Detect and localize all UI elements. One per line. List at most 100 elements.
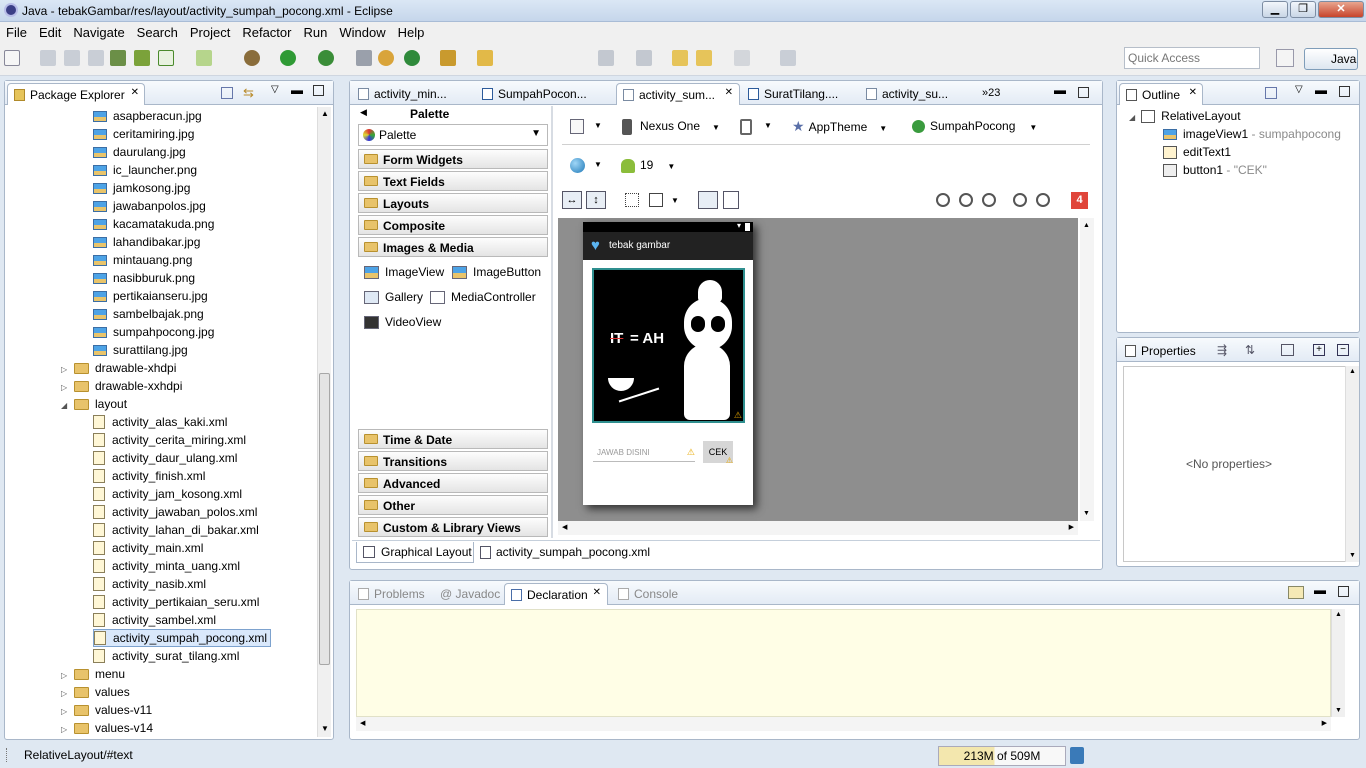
maximize-view-icon[interactable]: [1078, 87, 1089, 98]
tree-item-layout[interactable]: activity_minta_uang.xml: [93, 557, 240, 575]
prev-annotation-icon[interactable]: [636, 50, 652, 66]
menu-navigate[interactable]: Navigate: [67, 22, 130, 40]
save-icon[interactable]: [40, 50, 56, 66]
maximize-view-icon[interactable]: [1338, 586, 1349, 597]
tree-item-folder[interactable]: ▷ values: [61, 683, 130, 701]
back-icon[interactable]: [696, 50, 712, 66]
scroll-down-arrow[interactable]: ▼: [321, 724, 329, 733]
scroll-thumb[interactable]: [319, 373, 330, 665]
scroll-down-arrow[interactable]: ▼: [1083, 510, 1090, 517]
tree-item-image[interactable]: pertikaianseru.jpg: [93, 287, 208, 305]
tree-item-image[interactable]: surattilang.jpg: [93, 341, 188, 359]
close-button[interactable]: ✕: [1318, 1, 1364, 18]
lint-icon[interactable]: [158, 50, 174, 66]
tree-item-layout[interactable]: activity_nasib.xml: [93, 575, 206, 593]
menu-edit[interactable]: Edit: [33, 22, 67, 40]
declaration-hscroll[interactable]: ◀ ▶: [356, 717, 1331, 731]
tree-item-layout[interactable]: activity_finish.xml: [93, 467, 205, 485]
palette-item-gallery[interactable]: Gallery: [364, 290, 423, 305]
show-margins-icon[interactable]: [625, 193, 639, 207]
tree-item-layout-selected[interactable]: activity_sumpah_pocong.xml: [93, 629, 272, 647]
new-package-icon[interactable]: [404, 50, 420, 66]
tree-item-image[interactable]: lahandibakar.jpg: [93, 233, 200, 251]
tree-item-image[interactable]: kacamatakuda.png: [93, 215, 214, 233]
palette-item-videoview[interactable]: VideoView: [364, 315, 441, 330]
scroll-up-arrow[interactable]: ▲: [1083, 222, 1090, 229]
tree-item-image[interactable]: mintauang.png: [93, 251, 192, 269]
filter-icon[interactable]: ⇶: [1217, 343, 1231, 357]
palette-category-time-date[interactable]: Time & Date: [358, 429, 548, 449]
globe-icon[interactable]: [570, 158, 585, 173]
layout-actions-icon[interactable]: [649, 193, 663, 207]
scroll-right-arrow[interactable]: ▶: [1322, 719, 1327, 727]
tree-item-layout[interactable]: activity_surat_tilang.xml: [93, 647, 239, 665]
toggle-fill-height-icon[interactable]: ↕: [586, 191, 606, 209]
close-icon[interactable]: ✕: [593, 587, 601, 598]
avd-manager-icon[interactable]: [134, 50, 150, 66]
view-menu-icon[interactable]: ▽: [1295, 84, 1303, 95]
expand-arrow-icon[interactable]: ▷: [61, 721, 69, 739]
layout-canvas[interactable]: ▾ ♥ tebak gambar IT = AH ⚠ JAWAB DISINI …: [558, 218, 1078, 521]
menu-search[interactable]: Search: [131, 22, 184, 40]
device-dropdown[interactable]: Nexus One ▼: [622, 114, 720, 138]
tree-item-image[interactable]: nasibburuk.png: [93, 269, 195, 287]
palette-category-layouts[interactable]: Layouts: [358, 193, 548, 213]
collapse-all-icon[interactable]: [221, 87, 233, 99]
save-all-icon[interactable]: [64, 50, 80, 66]
outline-root[interactable]: ◢ RelativeLayout: [1129, 107, 1241, 125]
chevron-down-icon[interactable]: ▼: [764, 121, 772, 130]
palette-item-mediacontroller[interactable]: MediaController: [430, 290, 536, 305]
run-external-icon[interactable]: [318, 50, 334, 66]
menu-file[interactable]: File: [0, 22, 33, 40]
tree-item-folder[interactable]: ▷ drawable-xxhdpi: [61, 377, 182, 395]
zoom-fit-icon[interactable]: [936, 193, 950, 207]
canvas-vscroll[interactable]: ▲ ▼: [1080, 218, 1094, 521]
imageview1[interactable]: IT = AH ⚠: [592, 268, 745, 423]
chevron-down-icon[interactable]: ▼: [671, 196, 679, 205]
palette-category-images-media[interactable]: Images & Media: [358, 237, 548, 257]
layout-config-icon[interactable]: [570, 119, 584, 134]
zoom-real-icon[interactable]: [959, 193, 973, 207]
layout-mode-icon[interactable]: [698, 191, 718, 209]
tree-item-image[interactable]: ceritamiring.jpg: [93, 125, 194, 143]
editor-tab-activity-su[interactable]: activity_su...: [860, 83, 970, 105]
console-tab[interactable]: Console: [612, 583, 692, 605]
package-explorer-scrollbar[interactable]: ▲ ▼: [317, 107, 331, 737]
advanced-icon[interactable]: [1281, 344, 1294, 356]
tree-item-image[interactable]: ic_launcher.png: [93, 161, 197, 179]
trash-icon[interactable]: [1070, 747, 1084, 764]
editor-tab-sumpahpocong[interactable]: SumpahPocon...: [476, 83, 614, 105]
view-menu-icon[interactable]: ▽: [271, 84, 279, 95]
scroll-down-arrow[interactable]: ▼: [1349, 552, 1356, 559]
editor-tab-activity-main[interactable]: activity_min...: [352, 83, 474, 105]
java-perspective-button[interactable]: Java: [1304, 48, 1358, 70]
heap-status[interactable]: 213M of 509M: [938, 746, 1066, 766]
tree-item-layout[interactable]: activity_jam_kosong.xml: [93, 485, 242, 503]
outline-item-imageview1[interactable]: imageView1 - sumpahpocong: [1163, 125, 1341, 143]
palette-category-other[interactable]: Other: [358, 495, 548, 515]
minimize-button[interactable]: ▁: [1262, 1, 1288, 18]
maximize-button[interactable]: ❐: [1290, 1, 1316, 18]
edittext1[interactable]: JAWAB DISINI ⚠: [593, 444, 695, 462]
menu-project[interactable]: Project: [184, 22, 236, 40]
palette-category-composite[interactable]: Composite: [358, 215, 548, 235]
skip-breakpoints-icon[interactable]: [356, 50, 372, 66]
zoom-in-icon[interactable]: [1036, 193, 1050, 207]
pin-editor-icon[interactable]: [780, 50, 796, 66]
last-edit-icon[interactable]: [672, 50, 688, 66]
debug-icon[interactable]: [244, 50, 260, 66]
open-type-icon[interactable]: [477, 50, 493, 66]
close-icon[interactable]: ✕: [131, 87, 139, 98]
minimize-view-icon[interactable]: ▬: [1054, 83, 1066, 97]
run-icon[interactable]: [280, 50, 296, 66]
tree-item-image[interactable]: jawabanpolos.jpg: [93, 197, 206, 215]
zoom-actual-icon[interactable]: [982, 193, 996, 207]
orientation-icon[interactable]: [740, 119, 752, 135]
palette-category-text-fields[interactable]: Text Fields: [358, 171, 548, 191]
scroll-up-arrow[interactable]: ▲: [1335, 611, 1342, 618]
scroll-left-arrow[interactable]: ◀: [360, 719, 365, 727]
menu-window[interactable]: Window: [333, 22, 391, 40]
new-icon[interactable]: [4, 50, 20, 66]
minimize-view-icon[interactable]: ▬: [1314, 583, 1326, 597]
outline-tab[interactable]: Outline ✕: [1119, 83, 1203, 105]
